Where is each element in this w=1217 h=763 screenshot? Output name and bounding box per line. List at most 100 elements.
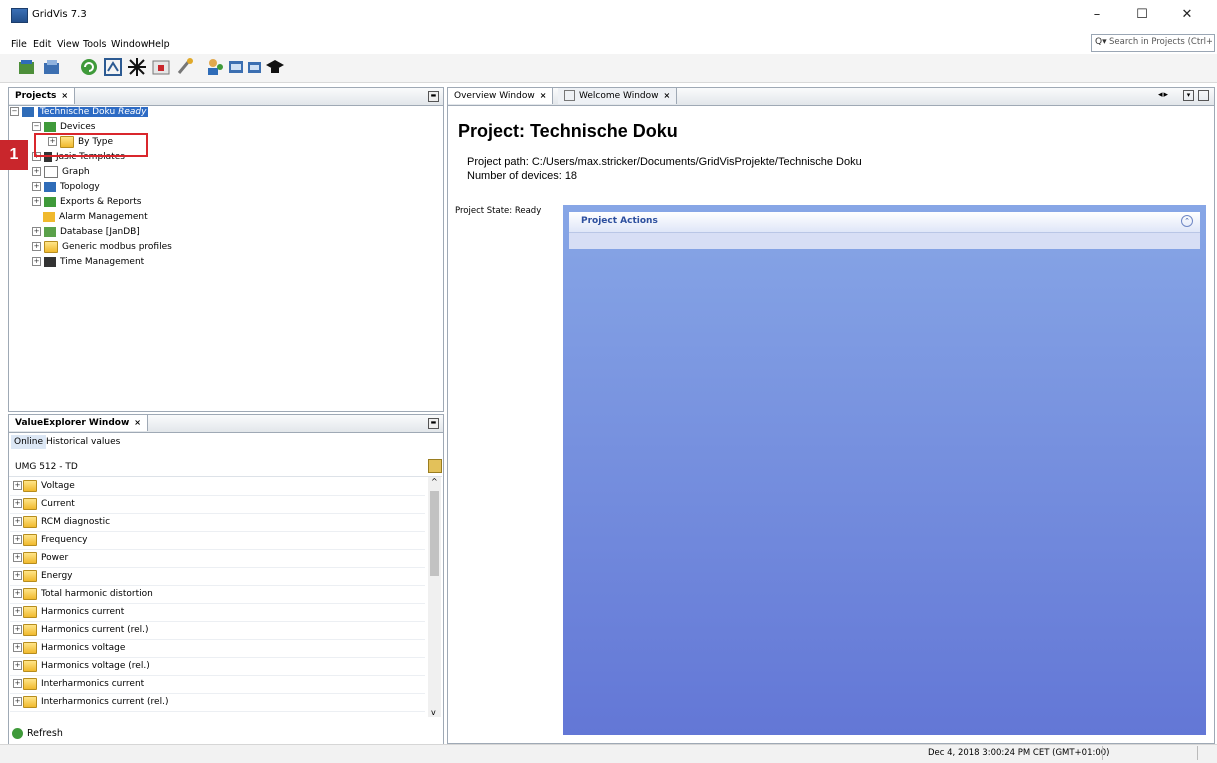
list-item[interactable]: + Harmonics current (rel.) bbox=[10, 621, 425, 640]
scrollbar-thumb[interactable] bbox=[430, 491, 439, 576]
list-item[interactable]: + Power bbox=[10, 549, 425, 568]
menu-edit[interactable]: Edit bbox=[33, 39, 51, 50]
open-project-icon[interactable] bbox=[42, 57, 62, 77]
maximize-button[interactable]: ☐ bbox=[1120, 3, 1164, 27]
collapse-icon[interactable]: − bbox=[10, 107, 19, 116]
expand-icon[interactable]: + bbox=[13, 499, 22, 508]
list-item[interactable]: + Harmonics voltage bbox=[10, 639, 425, 658]
expand-icon[interactable]: + bbox=[13, 553, 22, 562]
expand-icon[interactable]: + bbox=[13, 481, 22, 490]
list-item[interactable]: + Interharmonics current bbox=[10, 675, 425, 694]
collapse-icon[interactable]: ⌃ bbox=[1181, 215, 1193, 227]
menu-window[interactable]: Window bbox=[111, 39, 148, 50]
tree-item-database[interactable]: + Database [JanDB] bbox=[32, 225, 140, 240]
expand-icon[interactable]: + bbox=[13, 571, 22, 580]
projects-tabstrip: Projects × bbox=[9, 88, 443, 106]
menu-help[interactable]: Help bbox=[148, 39, 170, 50]
list-item-label: Current bbox=[41, 499, 75, 509]
expand-icon[interactable]: + bbox=[32, 242, 41, 251]
list-item[interactable]: + Current bbox=[10, 495, 425, 514]
device-selector[interactable]: UMG 512 - TD bbox=[9, 459, 442, 477]
folder-icon bbox=[23, 605, 37, 618]
expand-icon[interactable]: + bbox=[13, 517, 22, 526]
tab-projects-label: Projects bbox=[15, 91, 57, 101]
users-icon[interactable] bbox=[205, 57, 225, 77]
tree-item-reports[interactable]: + Exports & Reports bbox=[32, 195, 141, 210]
tools-icon[interactable] bbox=[175, 57, 195, 77]
expand-icon[interactable]: + bbox=[13, 643, 22, 652]
device-browse-icon[interactable] bbox=[428, 459, 442, 473]
scroll-down-icon[interactable]: v bbox=[431, 708, 436, 717]
tree-item-project[interactable]: − Technische Doku Ready bbox=[10, 105, 149, 120]
folder-icon bbox=[23, 623, 37, 636]
tree-item-time[interactable]: + Time Management bbox=[32, 255, 144, 270]
expand-icon[interactable]: + bbox=[32, 227, 41, 236]
project-status: Ready bbox=[118, 107, 147, 117]
close-tab-icon[interactable]: × bbox=[540, 91, 547, 100]
tab-overview[interactable]: Overview Window × bbox=[448, 88, 554, 104]
minimize-panel-icon[interactable]: ▬ bbox=[428, 91, 439, 102]
expand-icon[interactable]: + bbox=[13, 535, 22, 544]
tab-navigation-icon[interactable]: ◂▸ bbox=[1158, 90, 1169, 100]
time-icon bbox=[44, 256, 56, 267]
expand-icon[interactable]: + bbox=[32, 197, 41, 206]
search-input[interactable]: Q▾ Search in Projects (Ctrl+I) bbox=[1091, 34, 1215, 52]
expand-icon[interactable]: + bbox=[32, 257, 41, 266]
close-button[interactable]: ✕ bbox=[1165, 3, 1209, 27]
refresh-icon[interactable] bbox=[79, 57, 99, 77]
expand-icon[interactable]: + bbox=[13, 589, 22, 598]
scrollbar[interactable]: ^ v bbox=[428, 477, 441, 717]
education-icon[interactable] bbox=[265, 57, 285, 77]
close-tab-icon[interactable]: × bbox=[61, 91, 68, 100]
expand-icon[interactable]: + bbox=[32, 167, 41, 176]
tree-item-topology[interactable]: + Topology bbox=[32, 180, 100, 195]
expand-icon[interactable]: + bbox=[13, 607, 22, 616]
expand-icon[interactable]: + bbox=[32, 182, 41, 191]
scroll-up-icon[interactable]: ^ bbox=[431, 477, 438, 486]
topology-icon[interactable] bbox=[127, 57, 147, 77]
maximize-editor-icon[interactable] bbox=[1198, 90, 1209, 101]
tree-item-graph[interactable]: + Graph bbox=[32, 165, 90, 180]
subtab-historical[interactable]: Historical values bbox=[46, 435, 120, 449]
refresh-button[interactable]: Refresh bbox=[12, 726, 63, 742]
menu-tools[interactable]: Tools bbox=[83, 39, 106, 50]
tab-list-icon[interactable]: ▾ bbox=[1183, 90, 1194, 101]
minimize-button[interactable]: – bbox=[1075, 3, 1119, 27]
list-item[interactable]: + Frequency bbox=[10, 531, 425, 550]
window-icon[interactable] bbox=[226, 57, 246, 77]
list-item[interactable]: + Energy bbox=[10, 567, 425, 586]
tab-projects[interactable]: Projects × bbox=[9, 88, 76, 104]
menu-file[interactable]: File bbox=[11, 39, 27, 50]
tab-value-explorer[interactable]: ValueExplorer Window × bbox=[9, 415, 148, 431]
subtab-online[interactable]: Online bbox=[11, 435, 47, 449]
expand-icon[interactable]: + bbox=[13, 679, 22, 688]
window2-icon[interactable] bbox=[245, 57, 265, 77]
device-count: Number of devices: 18 bbox=[467, 170, 578, 182]
expand-icon[interactable]: + bbox=[13, 697, 22, 706]
import-icon[interactable] bbox=[151, 57, 171, 77]
expand-icon[interactable]: + bbox=[13, 625, 22, 634]
tree-item-modbus[interactable]: + Generic modbus profiles bbox=[32, 240, 172, 255]
list-item[interactable]: + Total harmonic distortion bbox=[10, 585, 425, 604]
tree-item-label: Topology bbox=[60, 182, 100, 192]
list-item[interactable]: + Interharmonics current (rel.) bbox=[10, 693, 425, 712]
close-tab-icon[interactable]: × bbox=[664, 91, 671, 100]
tree-item-label: Exports & Reports bbox=[60, 197, 142, 207]
new-project-icon[interactable] bbox=[17, 57, 37, 77]
expand-icon[interactable]: + bbox=[13, 661, 22, 670]
project-actions-header[interactable]: Project Actions ⌃ bbox=[569, 212, 1200, 233]
minimize-panel-icon[interactable]: ▬ bbox=[428, 418, 439, 429]
device-icon[interactable] bbox=[103, 57, 123, 77]
tree-item-alarm[interactable]: Alarm Management bbox=[43, 210, 148, 225]
collapse-icon[interactable]: − bbox=[32, 122, 41, 131]
list-item[interactable]: + RCM diagnostic bbox=[10, 513, 425, 532]
list-item[interactable]: + Harmonics voltage (rel.) bbox=[10, 657, 425, 676]
list-item-label: Total harmonic distortion bbox=[41, 589, 153, 599]
menu-view[interactable]: View bbox=[57, 39, 80, 50]
list-item[interactable]: + Harmonics current bbox=[10, 603, 425, 622]
search-icon[interactable]: Q▾ bbox=[1095, 37, 1107, 47]
list-item[interactable]: + Voltage bbox=[10, 477, 425, 496]
close-tab-icon[interactable]: × bbox=[134, 418, 141, 427]
tab-welcome[interactable]: Welcome Window × bbox=[558, 88, 678, 104]
page-title: Project: Technische Doku bbox=[458, 121, 678, 141]
